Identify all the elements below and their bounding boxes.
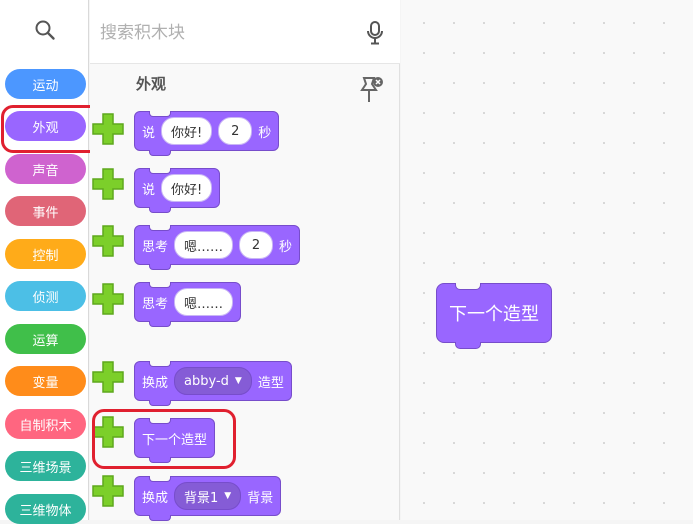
category-my-blocks[interactable]: 自制积木 xyxy=(5,409,86,439)
category-sensing[interactable]: 侦测 xyxy=(5,281,86,311)
category-variables[interactable]: 变量 xyxy=(5,366,86,396)
plus-icon[interactable] xyxy=(90,166,126,202)
block-label: 说 xyxy=(142,182,156,198)
category-label: 声音 xyxy=(32,163,59,179)
block-say-for-secs[interactable]: 说 你好! 2 秒 xyxy=(134,111,280,156)
category-motion[interactable]: 运动 xyxy=(5,69,86,99)
text-input[interactable]: 嗯…… xyxy=(174,231,234,259)
caret-down-icon: ▼ xyxy=(224,491,232,501)
category-label: 侦测 xyxy=(32,290,59,306)
search-button[interactable] xyxy=(0,0,89,64)
costume-dropdown[interactable]: abby-d ▼ xyxy=(174,367,252,395)
pin-icon[interactable] xyxy=(358,74,384,110)
plus-icon[interactable] xyxy=(90,473,126,509)
dropdown-value: abby-d xyxy=(184,373,229,389)
block-label: 秒 xyxy=(279,239,293,255)
category-label: 运算 xyxy=(32,333,59,349)
block-say[interactable]: 说 你好! xyxy=(134,168,221,213)
text-input[interactable]: 你好! xyxy=(161,117,213,145)
block-think-for-secs[interactable]: 思考 嗯…… 2 秒 xyxy=(134,225,301,270)
plus-icon[interactable] xyxy=(90,359,126,395)
dropdown-value: 背景1 xyxy=(184,490,219,506)
code-workspace[interactable]: 下一个造型 xyxy=(401,0,693,520)
block-label: 秒 xyxy=(258,125,272,141)
block-label: 思考 xyxy=(142,296,169,312)
category-looks[interactable]: 外观 xyxy=(5,111,86,141)
number-input[interactable]: 2 xyxy=(218,117,253,145)
number-input[interactable]: 2 xyxy=(239,231,274,259)
block-think[interactable]: 思考 嗯…… xyxy=(134,282,242,327)
block-label: 造型 xyxy=(257,375,284,391)
block-next-costume[interactable]: 下一个造型 xyxy=(134,418,216,463)
category-label: 运动 xyxy=(32,78,59,94)
text-input[interactable]: 嗯…… xyxy=(174,288,234,316)
plus-icon[interactable] xyxy=(90,111,126,147)
text-input[interactable]: 你好! xyxy=(161,174,213,202)
microphone-icon[interactable] xyxy=(365,20,385,50)
category-label: 事件 xyxy=(32,205,59,221)
caret-down-icon: ▼ xyxy=(234,376,242,386)
category-events[interactable]: 事件 xyxy=(5,196,86,226)
category-label: 自制积木 xyxy=(19,418,72,434)
plus-icon[interactable] xyxy=(90,281,126,317)
block-switch-costume[interactable]: 换成 abby-d ▼ 造型 xyxy=(134,361,292,406)
category-label: 控制 xyxy=(32,248,59,264)
block-label: 下一个造型 xyxy=(142,432,208,448)
block-label: 思考 xyxy=(142,239,169,255)
block-label: 换成 xyxy=(142,375,169,391)
category-operators[interactable]: 运算 xyxy=(5,324,86,354)
block-label: 说 xyxy=(142,125,156,141)
category-3d-scene[interactable]: 三维场景 xyxy=(5,451,86,481)
category-label: 三维场景 xyxy=(19,460,72,476)
plus-icon[interactable] xyxy=(90,223,126,259)
category-sidebar: 运动 外观 声音 事件 控制 侦测 运算 变量 自制积木 三维场景 三维物体 xyxy=(0,0,103,524)
workspace-block-next-costume[interactable]: 下一个造型 xyxy=(436,283,552,349)
category-label: 变量 xyxy=(32,375,59,391)
block-switch-backdrop[interactable]: 换成 背景1 ▼ 背景 xyxy=(134,476,282,521)
search-bar xyxy=(90,0,400,64)
search-icon xyxy=(34,19,56,45)
block-label: 背景 xyxy=(247,490,274,506)
plus-icon[interactable] xyxy=(90,414,126,450)
search-input[interactable] xyxy=(100,18,350,48)
section-title: 外观 xyxy=(136,75,167,93)
category-control[interactable]: 控制 xyxy=(5,239,86,269)
block-palette: 外观 说 你好! 2 秒 说 你好! 思考 嗯…… 2 秒 思考 嗯…… 换成 … xyxy=(90,0,400,521)
category-label: 外观 xyxy=(32,120,59,136)
block-label: 换成 xyxy=(142,490,169,506)
category-label: 三维物体 xyxy=(19,503,72,519)
block-label: 下一个造型 xyxy=(449,304,539,325)
category-sound[interactable]: 声音 xyxy=(5,154,86,184)
backdrop-dropdown[interactable]: 背景1 ▼ xyxy=(174,482,242,510)
